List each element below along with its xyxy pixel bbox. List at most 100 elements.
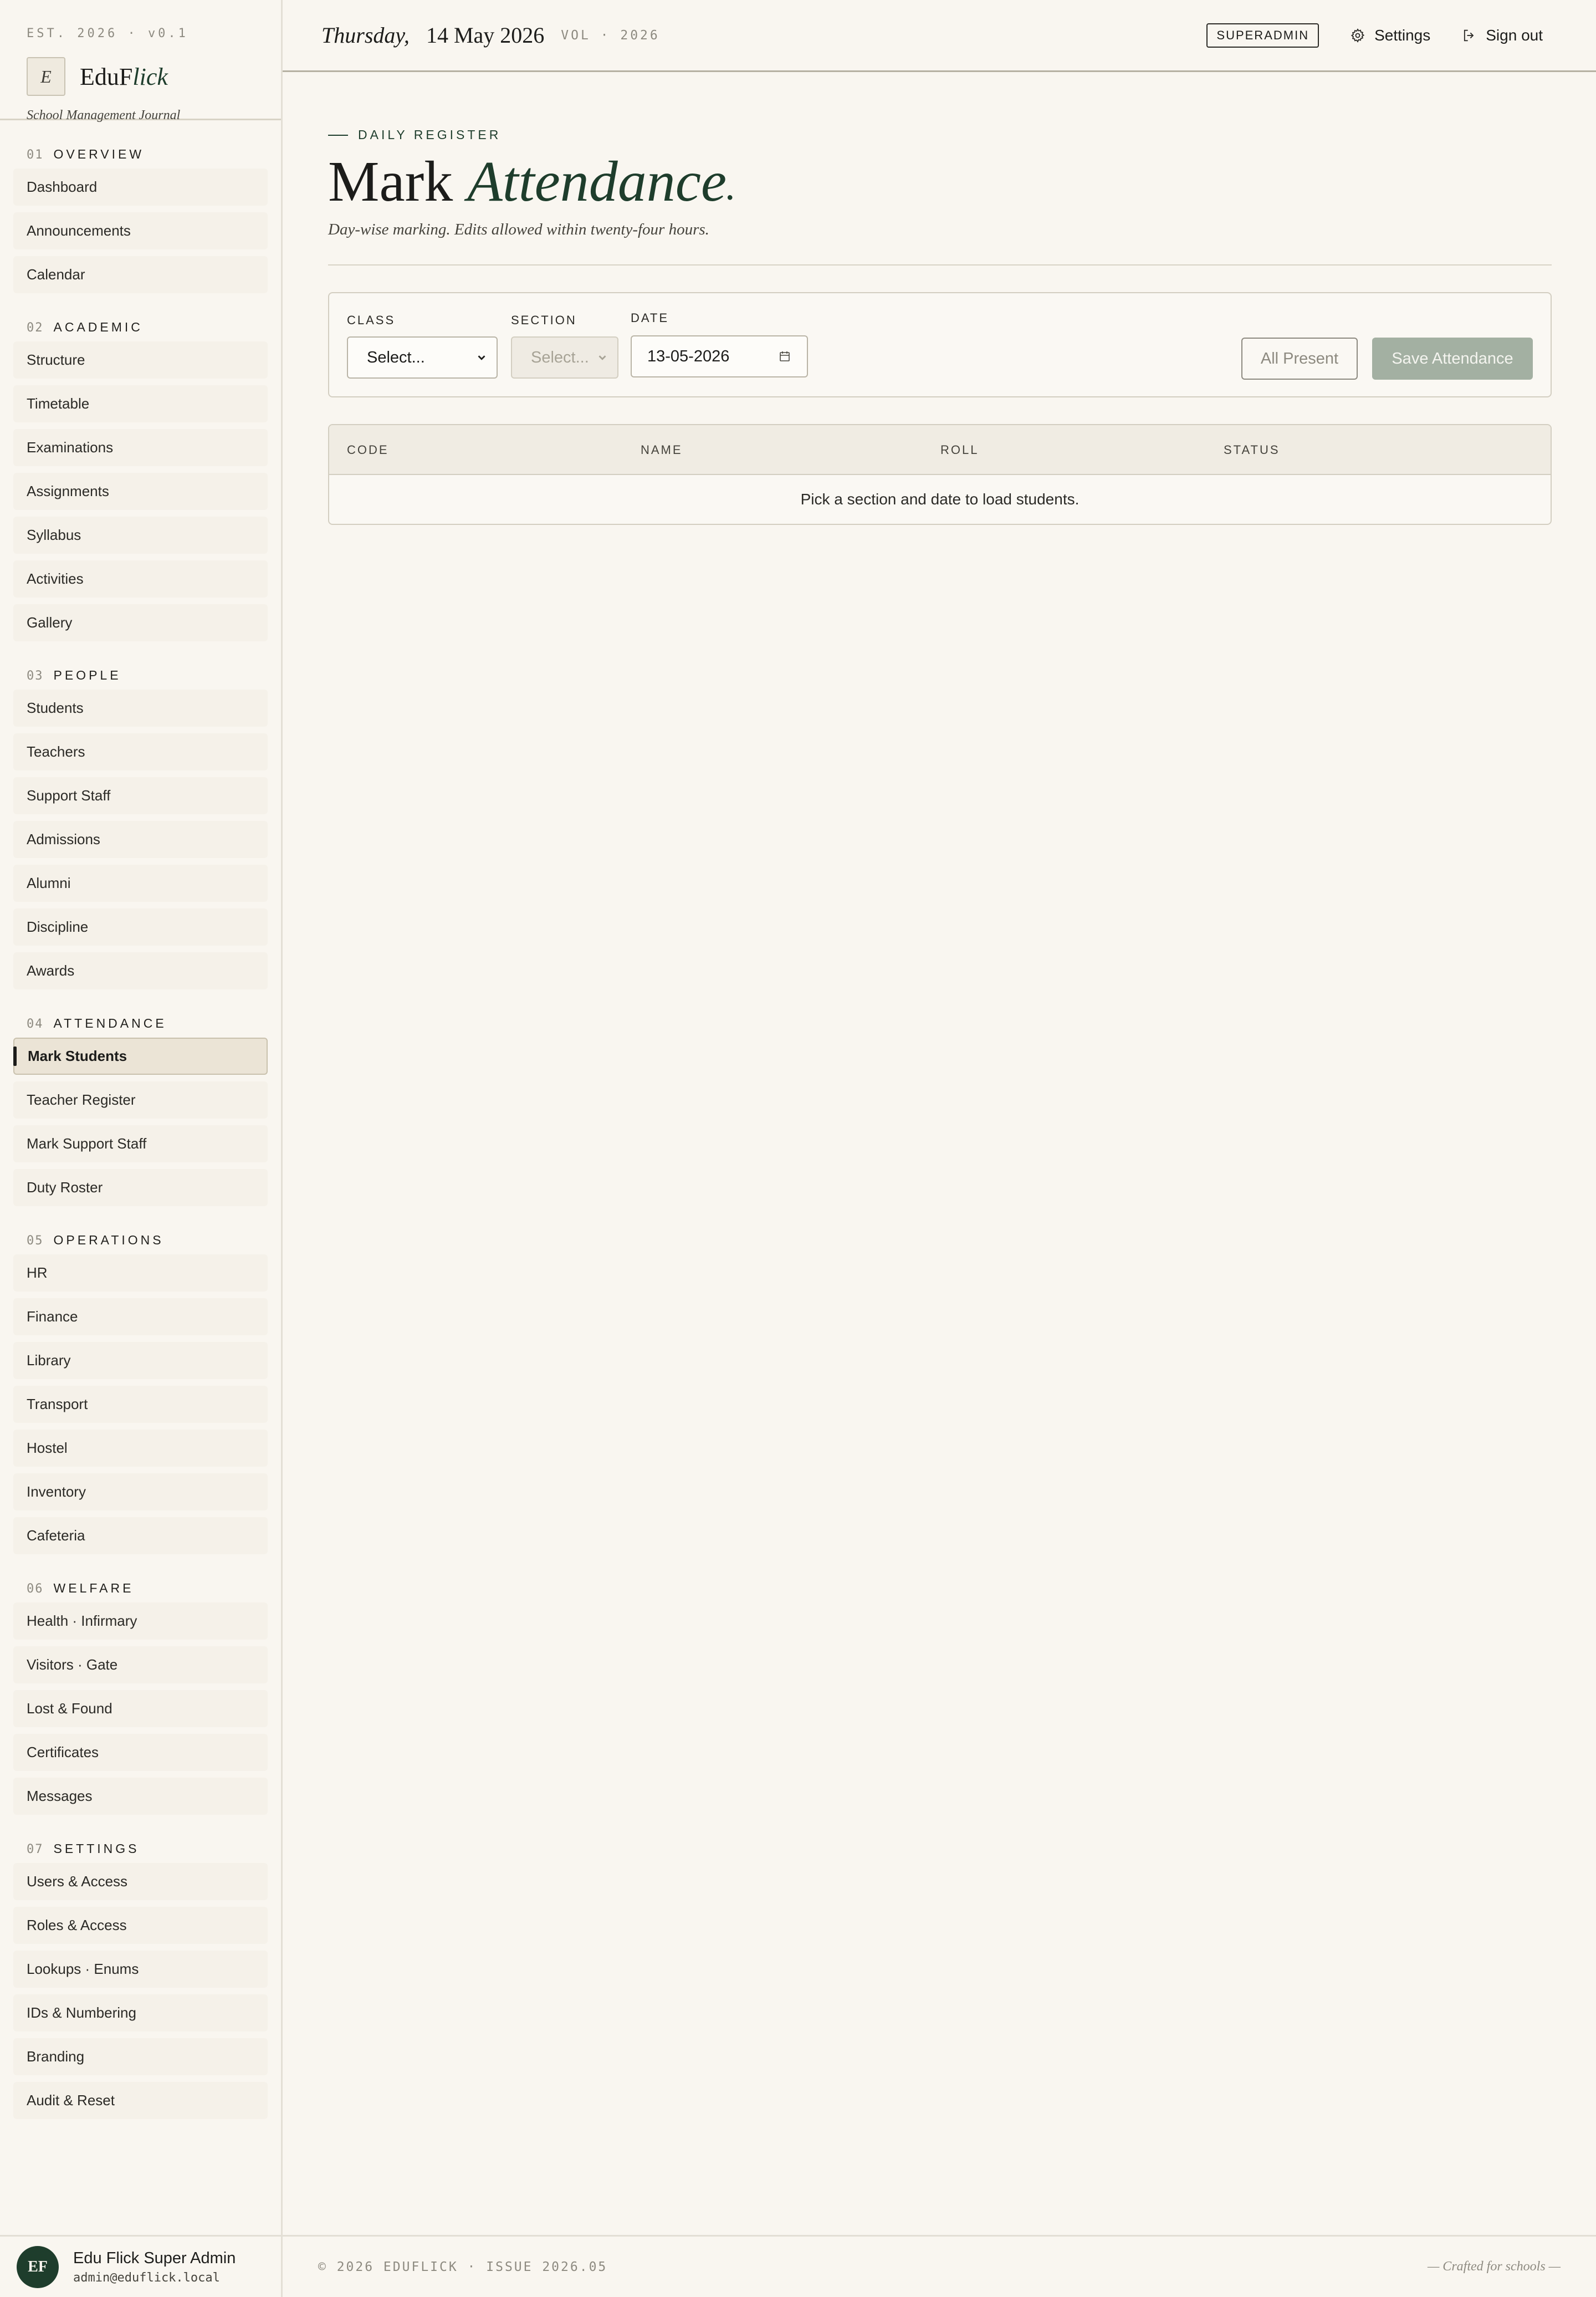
sidebar-item-mark-support-staff[interactable]: Mark Support Staff xyxy=(13,1125,268,1162)
nav-section-welfare: 06 WELFARE xyxy=(27,1581,268,1596)
role-badge: SUPERADMIN xyxy=(1206,23,1319,48)
nav-section-number: 03 xyxy=(27,669,44,683)
page-eyebrow: DAILY REGISTER xyxy=(328,127,1552,142)
sidebar-item-audit-reset[interactable]: Audit & Reset xyxy=(13,2082,268,2119)
user-info: Edu Flick Super Admin admin@eduflick.loc… xyxy=(73,2249,236,2285)
user-email: admin@eduflick.local xyxy=(73,2270,220,2285)
table-header: CODE NAME ROLL STATUS xyxy=(329,425,1551,476)
sidebar-item-calendar[interactable]: Calendar xyxy=(13,256,268,293)
sidebar-item-alumni[interactable]: Alumni xyxy=(13,865,268,902)
nav-section-number: 04 xyxy=(27,1017,44,1031)
sidebar-item-timetable[interactable]: Timetable xyxy=(13,385,268,422)
sidebar-item-hostel[interactable]: Hostel xyxy=(13,1430,268,1467)
sidebar-item-discipline[interactable]: Discipline xyxy=(13,908,268,946)
sidebar-item-lookups-enums[interactable]: Lookups · Enums xyxy=(13,1951,268,1988)
user-name: Edu Flick Super Admin xyxy=(73,2249,236,2267)
sidebar-item-roles-access[interactable]: Roles & Access xyxy=(13,1907,268,1944)
nav-section-operations: 05 OPERATIONS xyxy=(27,1233,268,1248)
sidebar-item-library[interactable]: Library xyxy=(13,1342,268,1379)
sidebar-item-activities[interactable]: Activities xyxy=(13,560,268,598)
footer-copyright: © 2026 EDUFLICK · ISSUE 2026.05 xyxy=(318,2259,608,2274)
nav-section-overview: 01 OVERVIEW xyxy=(27,147,268,162)
sidebar-item-cafeteria[interactable]: Cafeteria xyxy=(13,1517,268,1554)
section-field: SECTION Select... xyxy=(511,313,618,379)
logo-name-italic: lick xyxy=(132,63,168,90)
settings-button[interactable]: Settings xyxy=(1350,27,1430,44)
user-card[interactable]: EF Edu Flick Super Admin admin@eduflick.… xyxy=(0,2235,281,2297)
page-title: Mark Attendance● xyxy=(328,151,1552,212)
sidebar-item-users-access[interactable]: Users & Access xyxy=(13,1863,268,1900)
nav-section-academic: 02 ACADEMIC xyxy=(27,320,268,335)
tagline: School Management Journal xyxy=(27,108,181,122)
save-attendance-button[interactable]: Save Attendance xyxy=(1372,338,1533,380)
nav-section-label: SETTINGS xyxy=(53,1841,140,1856)
nav-section-label: WELFARE xyxy=(53,1581,134,1595)
nav-section-label: PEOPLE xyxy=(53,668,121,682)
logo[interactable]: E EduFlick xyxy=(27,57,254,96)
nav-section-label: ATTENDANCE xyxy=(53,1016,167,1030)
sidebar-item-teacher-register[interactable]: Teacher Register xyxy=(13,1081,268,1119)
sidebar-item-inventory[interactable]: Inventory xyxy=(13,1473,268,1510)
table-empty-message: Pick a section and date to load students… xyxy=(800,491,1080,508)
sidebar-item-gallery[interactable]: Gallery xyxy=(13,604,268,641)
column-header-name: NAME xyxy=(641,443,683,457)
date-input-value: 13-05-2026 xyxy=(647,347,730,365)
calendar-icon[interactable] xyxy=(778,350,791,363)
nav-section-number: 05 xyxy=(27,1234,44,1248)
nav-section-settings: 07 SETTINGS xyxy=(27,1841,268,1856)
logo-mark: E xyxy=(27,57,65,96)
all-present-button[interactable]: All Present xyxy=(1241,338,1358,380)
nav-section-label: ACADEMIC xyxy=(53,320,143,334)
avatar: EF xyxy=(17,2245,59,2288)
sign-out-button[interactable]: Sign out xyxy=(1461,27,1543,44)
class-select[interactable]: Select... xyxy=(347,336,498,379)
sidebar-item-examinations[interactable]: Examinations xyxy=(13,429,268,466)
sidebar-item-health-infirmary[interactable]: Health · Infirmary xyxy=(13,1602,268,1640)
title-plain: Mark xyxy=(328,150,453,213)
sign-out-label: Sign out xyxy=(1486,26,1543,44)
sidebar-item-messages[interactable]: Messages xyxy=(13,1778,268,1815)
sidebar-item-hr[interactable]: HR xyxy=(13,1254,268,1292)
sidebar-item-support-staff[interactable]: Support Staff xyxy=(13,777,268,814)
divider xyxy=(328,264,1552,266)
sidebar-item-announcements[interactable]: Announcements xyxy=(13,212,268,249)
est-version: EST. 2026 · v0.1 xyxy=(27,27,188,40)
sidebar-item-lost-found[interactable]: Lost & Found xyxy=(13,1690,268,1727)
sidebar: EST. 2026 · v0.1 E EduFlick School Manag… xyxy=(0,0,283,2297)
eyebrow-text: DAILY REGISTER xyxy=(358,127,502,142)
sidebar-item-duty-roster[interactable]: Duty Roster xyxy=(13,1169,268,1206)
logo-name-f: F xyxy=(119,63,133,90)
page-subtitle: Day-wise marking. Edits allowed within t… xyxy=(328,221,709,239)
sidebar-item-visitors-gate[interactable]: Visitors · Gate xyxy=(13,1646,268,1683)
sidebar-item-assignments[interactable]: Assignments xyxy=(13,473,268,510)
date-field: DATE 13-05-2026 xyxy=(631,311,808,378)
sidebar-item-mark-students[interactable]: Mark Students xyxy=(13,1038,268,1075)
sidebar-item-admissions[interactable]: Admissions xyxy=(13,821,268,858)
sidebar-item-syllabus[interactable]: Syllabus xyxy=(13,517,268,554)
sidebar-item-transport[interactable]: Transport xyxy=(13,1386,268,1423)
sidebar-item-certificates[interactable]: Certificates xyxy=(13,1734,268,1771)
nav-section-label: OVERVIEW xyxy=(53,147,145,161)
gear-icon xyxy=(1351,28,1365,43)
column-header-roll: ROLL xyxy=(940,443,979,457)
sidebar-item-finance[interactable]: Finance xyxy=(13,1298,268,1335)
topbar-day: Thursday, xyxy=(321,23,410,48)
date-input[interactable]: 13-05-2026 xyxy=(631,335,808,378)
sidebar-item-dashboard[interactable]: Dashboard xyxy=(13,169,268,206)
sidebar-item-ids-numbering[interactable]: IDs & Numbering xyxy=(13,1994,268,2031)
class-label: CLASS xyxy=(347,313,396,328)
eyebrow-rule xyxy=(328,134,348,136)
sidebar-item-structure[interactable]: Structure xyxy=(13,341,268,379)
sidebar-item-awards[interactable]: Awards xyxy=(13,952,268,989)
sidebar-item-branding[interactable]: Branding xyxy=(13,2038,268,2075)
footer-crafted: — Crafted for schools — xyxy=(1427,2259,1561,2274)
chevron-down-icon xyxy=(598,355,606,360)
sidebar-item-teachers[interactable]: Teachers xyxy=(13,733,268,770)
sidebar-item-students[interactable]: Students xyxy=(13,690,268,727)
topbar-volume: VOL · 2026 xyxy=(561,28,660,43)
topbar: Thursday, 14 May 2026 VOL · 2026 SUPERAD… xyxy=(283,0,1596,72)
nav-section-label: OPERATIONS xyxy=(53,1233,164,1247)
nav-section-people: 03 PEOPLE xyxy=(27,668,268,683)
section-select[interactable]: Select... xyxy=(511,336,618,379)
attendance-table: CODE NAME ROLL STATUS Pick a section and… xyxy=(328,424,1552,525)
